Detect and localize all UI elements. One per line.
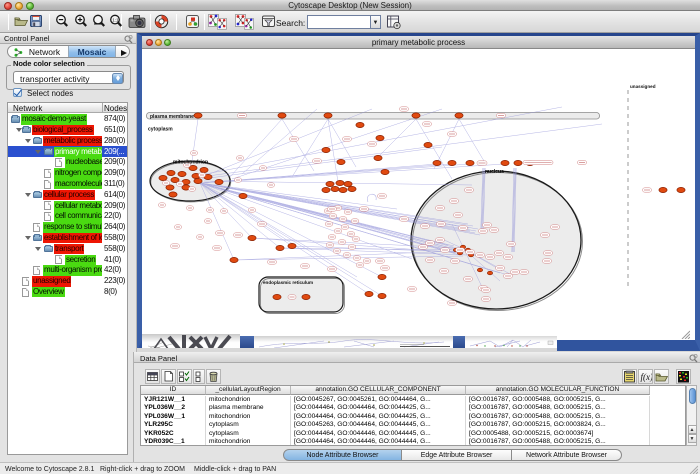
svg-text:mitochondrion: mitochondrion <box>173 160 208 166</box>
svg-text:plasma membrane: plasma membrane <box>150 114 194 120</box>
svg-text:unassigned: unassigned <box>630 84 656 89</box>
svg-text:endoplasmic reticulum: endoplasmic reticulum <box>263 280 313 285</box>
svg-text:cytoplasm: cytoplasm <box>148 127 173 133</box>
svg-text:f(x): f(x) <box>641 372 653 382</box>
svg-text:1:1: 1:1 <box>112 18 119 23</box>
svg-text:nucleus: nucleus <box>485 169 504 175</box>
